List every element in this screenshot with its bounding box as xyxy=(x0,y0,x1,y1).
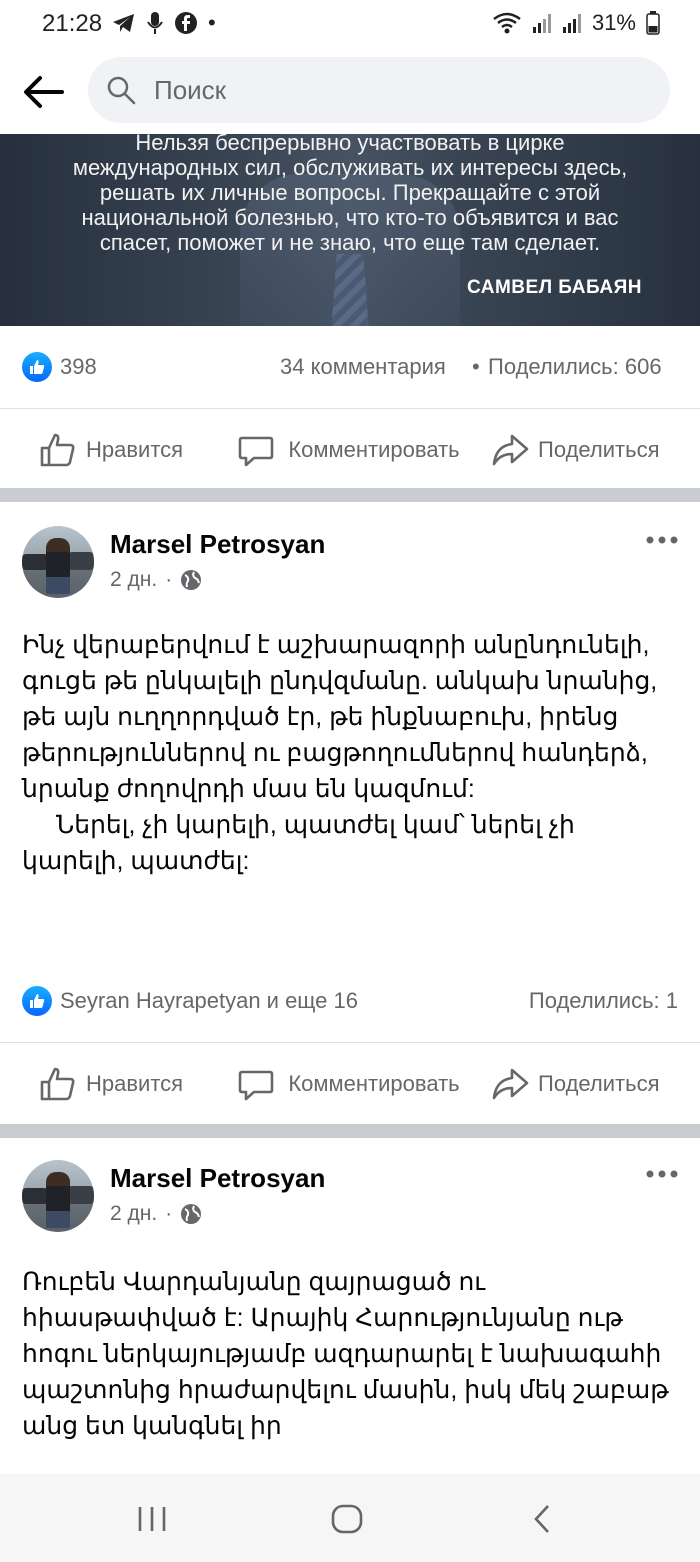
back-icon[interactable] xyxy=(522,1504,562,1534)
avatar-car xyxy=(22,1188,48,1204)
post-paragraph: Ներել, չի կարելի, պատժել կամ՝ ներել չի կ… xyxy=(22,811,575,875)
home-icon[interactable] xyxy=(327,1504,367,1534)
comment-icon xyxy=(238,436,274,467)
wifi-icon xyxy=(493,12,521,34)
quote-line: национальной болезнью, что кто-то объяви… xyxy=(81,205,619,230)
notification-icons: • xyxy=(112,10,216,36)
share-button[interactable]: Поделиться xyxy=(490,1043,659,1125)
quote-text: Нельзя беспрерывно участвовать в цирке м… xyxy=(20,134,680,255)
avatar[interactable] xyxy=(22,526,94,598)
comment-button[interactable]: Комментировать xyxy=(236,1043,464,1125)
globe-icon xyxy=(181,1204,202,1224)
avatar-car xyxy=(68,552,94,570)
comment-count[interactable]: 34 комментария xyxy=(280,354,446,380)
recent-apps-icon[interactable] xyxy=(132,1504,172,1534)
quote-line: Нельзя беспрерывно участвовать в цирке xyxy=(135,134,565,155)
more-options-icon[interactable] xyxy=(646,1169,678,1179)
feed-divider xyxy=(0,1124,700,1138)
stats-separator: • xyxy=(472,354,480,379)
like-button[interactable]: Нравится xyxy=(38,409,183,491)
quote-line: решать их личные вопросы. Прекращайте с … xyxy=(99,180,601,205)
post-stats: 398 34 комментария • Поделились: 606 xyxy=(22,352,678,392)
share-count[interactable]: Поделились: 606 xyxy=(488,354,662,380)
share-label: Поделиться xyxy=(538,437,660,462)
post-quote-image[interactable]: Нельзя беспрерывно участвовать в цирке м… xyxy=(0,134,700,326)
signal-icon xyxy=(562,14,581,33)
battery-icon xyxy=(646,11,660,35)
avatar[interactable] xyxy=(22,1160,94,1232)
facebook-icon xyxy=(175,12,197,34)
post-author[interactable]: Marsel Petrosyan xyxy=(110,1163,325,1194)
post-time[interactable]: 2 дн. xyxy=(110,568,157,592)
back-arrow-icon[interactable] xyxy=(22,70,66,114)
more-options-icon[interactable] xyxy=(646,535,678,545)
like-label: Нравится xyxy=(86,1071,184,1096)
comment-icon xyxy=(238,1070,274,1101)
avatar-car xyxy=(22,554,48,570)
quote-line: спасет, поможет и не знаю, что еще там с… xyxy=(99,230,601,255)
post-stats: Seyran Hayrapetyan и еще 16 Поделились: … xyxy=(22,986,678,1026)
comment-button[interactable]: Комментировать xyxy=(236,409,464,491)
post-text: Ինչ վերաբերվում է աշխարազորի անընդունելի… xyxy=(22,627,682,879)
search-header: Поиск xyxy=(0,48,700,134)
quote-author: САМВЕЛ БАБАЯН xyxy=(467,277,642,298)
share-button[interactable]: Поделиться xyxy=(490,409,659,491)
telegram-icon xyxy=(113,14,134,32)
avatar-person xyxy=(46,1172,70,1228)
reaction-summary[interactable]: Seyran Hayrapetyan и еще 16 xyxy=(60,988,358,1014)
comment-label: Комментировать xyxy=(288,437,460,462)
like-label: Нравится xyxy=(86,437,184,462)
battery-percent: 31% xyxy=(591,10,636,35)
post-actions: Нравится Комментировать Поделиться xyxy=(0,408,700,491)
share-count[interactable]: Поделились: 1 xyxy=(529,988,678,1014)
like-count[interactable]: 398 xyxy=(60,354,97,380)
status-time: 21:28 xyxy=(42,10,103,37)
post-text: Ռուբեն Վարդանյանը զայրացած ու հիասթափված… xyxy=(22,1264,682,1474)
post-meta: 2 дн. · xyxy=(110,1202,202,1226)
like-icon xyxy=(40,1067,75,1101)
avatar-car xyxy=(68,1186,94,1204)
meta-separator: · xyxy=(165,1202,173,1225)
like-reaction-icon[interactable] xyxy=(22,352,52,382)
post-meta: 2 дн. · xyxy=(110,568,202,592)
like-icon xyxy=(40,433,75,467)
share-icon xyxy=(492,434,529,466)
share-icon xyxy=(492,1068,529,1100)
comment-label: Комментировать xyxy=(288,1071,460,1096)
system-icons: 31% xyxy=(492,10,660,36)
system-nav-bar xyxy=(0,1474,700,1562)
avatar-person xyxy=(46,538,70,594)
post-author[interactable]: Marsel Petrosyan xyxy=(110,529,325,560)
search-icon xyxy=(107,76,136,105)
search-input[interactable]: Поиск xyxy=(88,57,670,123)
post-actions: Нравится Комментировать Поделиться xyxy=(0,1042,700,1125)
share-label: Поделиться xyxy=(538,1071,660,1096)
post-paragraph: Ռուբեն Վարդանյանը զայրացած ու հիասթափված… xyxy=(22,1268,669,1440)
like-reaction-icon[interactable] xyxy=(22,986,52,1016)
post-paragraph: Ինչ վերաբերվում է աշխարազորի անընդունելի… xyxy=(22,631,658,803)
feed-divider xyxy=(0,488,700,502)
post-time[interactable]: 2 дн. xyxy=(110,1202,157,1226)
quote-line: международных сил, обслуживать их интере… xyxy=(72,155,628,180)
microphone-icon xyxy=(147,12,163,34)
dot-icon: • xyxy=(208,10,216,35)
signal-icon xyxy=(532,14,551,33)
meta-separator: · xyxy=(165,568,173,591)
search-placeholder: Поиск xyxy=(154,75,227,105)
status-bar: 21:28 • 31% xyxy=(0,0,700,48)
like-button[interactable]: Нравится xyxy=(38,1043,183,1125)
globe-icon xyxy=(181,570,202,590)
